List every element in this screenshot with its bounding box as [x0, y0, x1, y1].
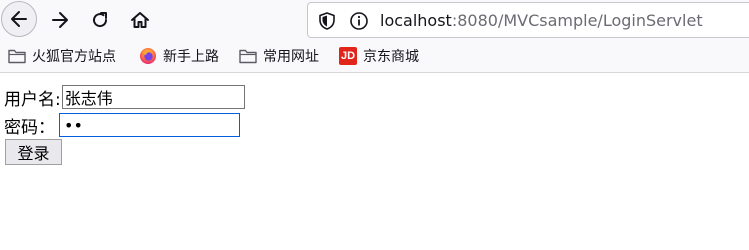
reload-button[interactable]: [84, 4, 116, 36]
bookmark-firefox-official-site[interactable]: 火狐官方站点: [8, 45, 116, 67]
home-icon: [131, 12, 149, 28]
site-info-icon[interactable]: [349, 11, 369, 31]
bookmark-common-sites[interactable]: 常用网址: [239, 45, 319, 67]
forward-button[interactable]: [44, 4, 76, 36]
url-bar[interactable]: localhost:8080/MVCsample/LoginServlet: [307, 2, 749, 38]
password-label: 密码：: [4, 117, 55, 138]
bookmark-jd-mall[interactable]: JD 京东商城: [339, 45, 419, 67]
home-button[interactable]: [124, 4, 156, 36]
password-input[interactable]: [59, 113, 240, 137]
browser-toolbar: localhost:8080/MVCsample/LoginServlet: [0, 0, 749, 40]
url-host: localhost: [380, 11, 452, 30]
bookmark-label: 火狐官方站点: [32, 49, 116, 65]
back-button[interactable]: [1, 1, 37, 37]
password-row: 密码：: [4, 112, 240, 138]
forward-arrow-icon: [52, 12, 68, 28]
jd-logo-text: JD: [339, 47, 357, 65]
folder-icon: [8, 47, 26, 65]
reload-icon: [93, 12, 108, 28]
login-button[interactable]: 登录: [5, 139, 62, 165]
username-label: 用户名:: [4, 89, 61, 110]
firefox-icon: [139, 47, 157, 65]
username-input[interactable]: [61, 85, 245, 109]
url-path: :8080/MVCsample/LoginServlet: [451, 11, 703, 30]
tracking-protection-shield-icon[interactable]: [318, 11, 336, 31]
jd-logo-icon: JD: [339, 47, 357, 65]
url-text[interactable]: localhost:8080/MVCsample/LoginServlet: [380, 11, 703, 31]
back-arrow-icon: [11, 11, 27, 27]
username-row: 用户名:: [4, 84, 245, 110]
bookmark-label: 常用网址: [263, 49, 319, 65]
bookmark-label: 京东商城: [363, 49, 419, 65]
bookmark-getting-started[interactable]: 新手上路: [139, 45, 219, 67]
bookmark-label: 新手上路: [163, 49, 219, 65]
bookmarks-toolbar: 火狐官方站点 新手上路 常用网址 JD 京东商城: [0, 40, 749, 73]
page-content: 用户名: 密码： 登录: [0, 74, 749, 250]
folder-icon: [239, 47, 257, 65]
